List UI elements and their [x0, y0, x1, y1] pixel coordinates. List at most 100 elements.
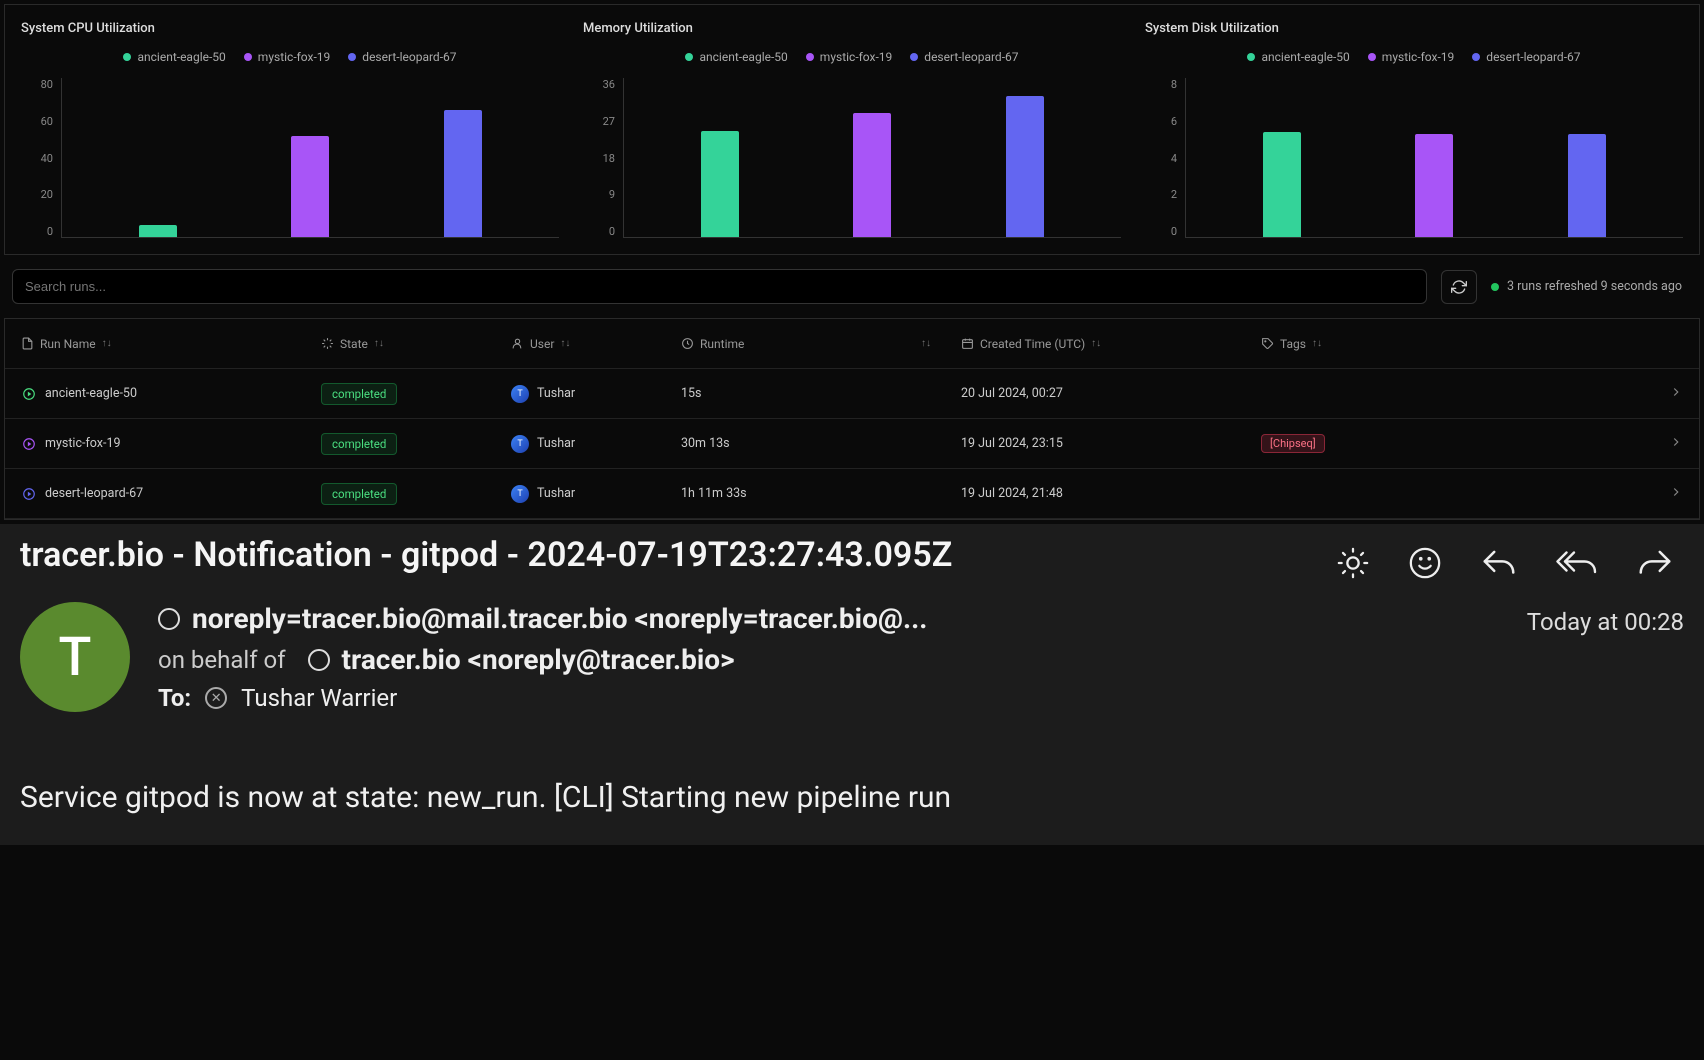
legend-item[interactable]: mystic-fox-19 — [1368, 50, 1455, 64]
user-name: Tushar — [537, 436, 575, 451]
calendar-icon — [961, 337, 974, 350]
sun-icon — [1336, 546, 1370, 580]
chart-panel: System CPU Utilizationancient-eagle-50my… — [9, 13, 571, 246]
to-name: Tushar Warrier — [241, 684, 397, 712]
legend-label: ancient-eagle-50 — [1261, 50, 1349, 64]
table-row[interactable]: mystic-fox-19 completed T Tushar 30m 13s19 J… — [5, 419, 1699, 469]
search-row: 3 runs refreshed 9 seconds ago — [4, 259, 1700, 314]
chart-bar[interactable] — [701, 131, 739, 237]
sender-avatar: T — [20, 602, 130, 712]
chart-panel: Memory Utilizationancient-eagle-50mystic… — [571, 13, 1133, 246]
user-avatar-icon: T — [511, 435, 529, 453]
col-user[interactable]: User ↑↓ — [511, 337, 681, 351]
run-status-icon — [21, 486, 37, 502]
tag-chip[interactable]: [Chipseq] — [1261, 434, 1325, 453]
state-badge: completed — [321, 433, 397, 455]
legend-item[interactable]: ancient-eagle-50 — [1247, 50, 1349, 64]
clock-icon — [681, 337, 694, 350]
created-cell: 19 Jul 2024, 23:15 — [961, 436, 1261, 451]
y-axis: 86420 — [1145, 78, 1185, 238]
tag-icon — [1261, 337, 1274, 350]
legend-item[interactable]: desert-leopard-67 — [348, 50, 456, 64]
from-line: noreply=tracer.bio@mail.tracer.bio <nore… — [158, 602, 1499, 635]
legend-label: ancient-eagle-50 — [137, 50, 225, 64]
chart-bar[interactable] — [444, 110, 482, 237]
refresh-button[interactable] — [1441, 270, 1477, 304]
col-runtime[interactable]: Runtime ↑↓ — [681, 337, 961, 351]
chevron-right-icon — [1669, 435, 1683, 449]
chart-body: 36271890 — [583, 78, 1121, 238]
y-tick: 60 — [41, 115, 53, 128]
chart-bar[interactable] — [853, 113, 891, 237]
bars-area — [61, 78, 559, 238]
chevron-right-icon — [1669, 385, 1683, 399]
col-created[interactable]: Created Time (UTC) ↑↓ — [961, 337, 1261, 351]
legend-dot-icon — [123, 53, 131, 61]
y-tick: 40 — [41, 152, 53, 165]
user-icon — [511, 337, 524, 350]
sort-icon: ↑↓ — [374, 338, 384, 349]
chart-panel: System Disk Utilizationancient-eagle-50m… — [1133, 13, 1695, 246]
expand-row-button[interactable] — [1633, 435, 1683, 453]
y-tick: 36 — [603, 78, 615, 91]
y-tick: 0 — [1171, 225, 1177, 238]
remove-recipient-icon[interactable]: ✕ — [205, 687, 227, 709]
presence-icon — [308, 649, 330, 671]
created-cell: 20 Jul 2024, 00:27 — [961, 386, 1261, 401]
legend-item[interactable]: desert-leopard-67 — [910, 50, 1018, 64]
y-tick: 80 — [41, 78, 53, 91]
chart-bar[interactable] — [139, 225, 177, 237]
behalf-line: on behalf of tracer.bio <noreply@tracer.… — [158, 643, 1499, 676]
run-name: mystic-fox-19 — [45, 436, 121, 451]
legend-dot-icon — [806, 53, 814, 61]
chart-legend: ancient-eagle-50 mystic-fox-19 desert-leop… — [21, 50, 559, 64]
run-name: ancient-eagle-50 — [45, 386, 137, 401]
forward-button[interactable] — [1636, 548, 1674, 578]
runtime-cell: 15s — [681, 386, 961, 401]
col-run-name[interactable]: Run Name ↑↓ — [21, 337, 321, 351]
email-timestamp: Today at 00:28 — [1527, 602, 1684, 636]
table-row[interactable]: ancient-eagle-50completedTTushar15s20 Ju… — [5, 369, 1699, 419]
email-actions — [1336, 534, 1684, 580]
user-name: Tushar — [537, 386, 575, 401]
legend-label: desert-leopard-67 — [1486, 50, 1580, 64]
legend-item[interactable]: ancient-eagle-50 — [685, 50, 787, 64]
run-status-icon — [21, 436, 37, 452]
legend-label: desert-leopard-67 — [362, 50, 456, 64]
sort-icon: ↑↓ — [1091, 338, 1101, 349]
email-body: Service gitpod is now at state: new_run.… — [20, 780, 1684, 815]
chart-bar[interactable] — [1568, 134, 1606, 237]
col-tags[interactable]: Tags ↑↓ — [1261, 337, 1633, 351]
y-tick: 6 — [1171, 115, 1177, 128]
runtime-cell: 30m 13s — [681, 436, 961, 451]
legend-item[interactable]: mystic-fox-19 — [806, 50, 893, 64]
legend-item[interactable]: desert-leopard-67 — [1472, 50, 1580, 64]
reply-all-icon — [1556, 548, 1598, 578]
legend-dot-icon — [1247, 53, 1255, 61]
expand-row-button[interactable] — [1633, 485, 1683, 503]
legend-label: mystic-fox-19 — [1382, 50, 1455, 64]
legend-dot-icon — [348, 53, 356, 61]
legend-item[interactable]: mystic-fox-19 — [244, 50, 331, 64]
col-state[interactable]: State ↑↓ — [321, 337, 511, 351]
table-row[interactable]: desert-leopard-67completedTTushar1h 11m … — [5, 469, 1699, 519]
brightness-button[interactable] — [1336, 546, 1370, 580]
reply-button[interactable] — [1480, 548, 1518, 578]
y-axis: 36271890 — [583, 78, 623, 238]
chart-bar[interactable] — [1415, 134, 1453, 237]
email-pane: tracer.bio - Notification - gitpod - 202… — [0, 524, 1704, 845]
search-input[interactable] — [12, 269, 1427, 304]
chart-bar[interactable] — [291, 136, 329, 237]
expand-row-button[interactable] — [1633, 385, 1683, 403]
reply-all-button[interactable] — [1556, 548, 1598, 578]
chart-body: 86420 — [1145, 78, 1683, 238]
chart-bar[interactable] — [1006, 96, 1044, 237]
table-header: Run Name ↑↓ State ↑↓ User ↑↓ Runtime ↑↓ … — [5, 319, 1699, 369]
sender-block: noreply=tracer.bio@mail.tracer.bio <nore… — [158, 602, 1499, 712]
legend-item[interactable]: ancient-eagle-50 — [123, 50, 225, 64]
y-tick: 27 — [603, 115, 615, 128]
react-button[interactable] — [1408, 546, 1442, 580]
chart-bar[interactable] — [1263, 132, 1301, 237]
legend-dot-icon — [1368, 53, 1376, 61]
user-avatar-icon: T — [511, 385, 529, 403]
